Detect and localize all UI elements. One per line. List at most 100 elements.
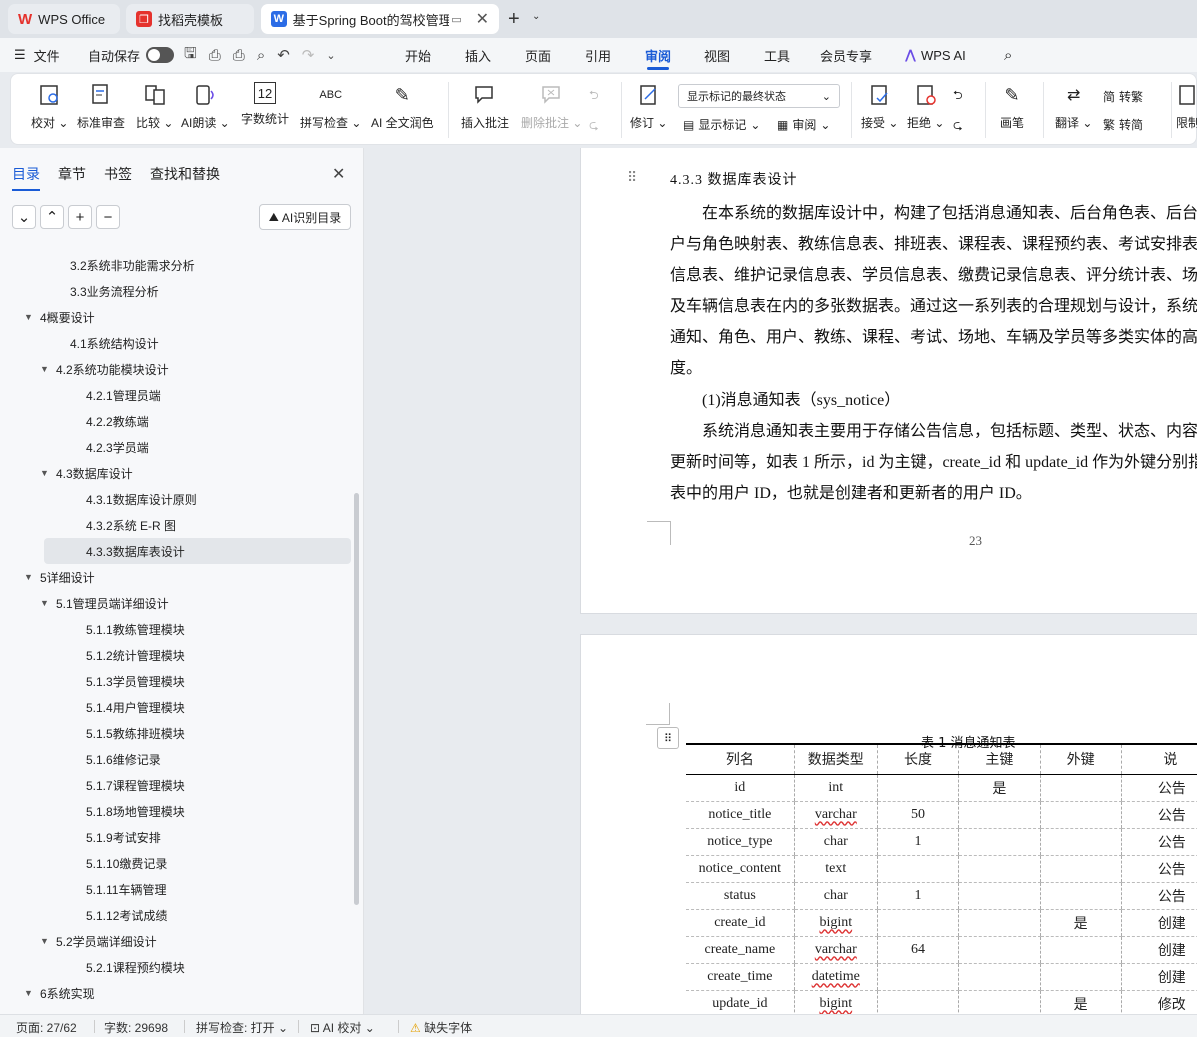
ai-proofread-status[interactable]: ⊡ AI 校对 ⌄: [310, 1019, 375, 1036]
toc-scrollbar[interactable]: [354, 493, 359, 905]
table-cell[interactable]: char: [793, 828, 878, 856]
print-icon[interactable]: ⎙: [233, 47, 245, 64]
table-cell[interactable]: [958, 828, 1040, 856]
ai-toc-button[interactable]: ⛰ AI识别目录: [259, 204, 351, 230]
autosave-switch[interactable]: [146, 47, 175, 63]
standard-review-button[interactable]: 标准审查: [77, 82, 125, 131]
table-handle-icon[interactable]: ⠿: [657, 727, 679, 749]
table-cell[interactable]: 公告: [1120, 801, 1197, 829]
autosave-toggle[interactable]: 自动保存: [88, 38, 175, 72]
menu-insert[interactable]: 插入: [465, 38, 491, 72]
redo-icon[interactable]: ↷: [302, 46, 315, 64]
table-cell[interactable]: 是: [1039, 990, 1122, 1014]
table-cell[interactable]: 公告: [1120, 882, 1197, 910]
toc-item[interactable]: ▼ 5.2学员端详细设计: [0, 928, 350, 954]
table-cell[interactable]: 创建: [1120, 909, 1197, 937]
menu-review[interactable]: 审阅: [645, 38, 671, 72]
menu-view[interactable]: 视图: [704, 38, 730, 72]
prev-change-icon[interactable]: ⮌: [953, 86, 963, 107]
table-cell[interactable]: [958, 801, 1040, 829]
table-cell[interactable]: [958, 909, 1040, 937]
table-cell[interactable]: varchar: [793, 936, 878, 964]
next-change-icon[interactable]: ⮎: [953, 116, 963, 137]
table-cell[interactable]: [1039, 963, 1122, 991]
table-cell[interactable]: create_name: [686, 936, 795, 964]
table-cell[interactable]: bigint: [793, 909, 878, 937]
toc-item[interactable]: 4.2.1管理员端: [0, 382, 350, 408]
table-cell[interactable]: [876, 774, 959, 802]
delete-comment-button[interactable]: 删除批注 ⌄: [521, 82, 582, 131]
table-cell[interactable]: [1039, 828, 1122, 856]
table-cell[interactable]: [958, 936, 1040, 964]
tab-find-replace[interactable]: 查找和替换: [150, 164, 220, 184]
add-heading-icon[interactable]: +: [68, 205, 92, 229]
translate-button[interactable]: ⇄ 翻译 ⌄: [1055, 82, 1092, 131]
expand-caret-icon[interactable]: ▼: [24, 312, 38, 322]
toc-item[interactable]: 4.3.2系统 E-R 图: [0, 512, 350, 538]
table-cell[interactable]: [1039, 936, 1122, 964]
toc-item[interactable]: 5.1.4用户管理模块: [0, 694, 350, 720]
expand-caret-icon[interactable]: ▼: [24, 988, 38, 998]
toc-item[interactable]: 5.1.10缴费记录: [0, 850, 350, 876]
print-preview-icon[interactable]: ⌕: [257, 47, 265, 64]
table-cell[interactable]: [1039, 774, 1122, 802]
toc-item[interactable]: 5.1.7课程管理模块: [0, 772, 350, 798]
show-markup-button[interactable]: ▤ 显示标记 ⌄: [683, 116, 760, 133]
table-cell[interactable]: char: [793, 882, 878, 910]
toc-item[interactable]: ▼ 5.1管理员端详细设计: [0, 590, 350, 616]
toc-item[interactable]: 5.1.8场地管理模块: [0, 798, 350, 824]
table-cell[interactable]: 创建: [1120, 936, 1197, 964]
table-cell[interactable]: [1039, 801, 1122, 829]
table-cell[interactable]: create_time: [686, 963, 795, 991]
table-cell[interactable]: 50: [876, 801, 959, 829]
table-cell[interactable]: [1039, 855, 1122, 883]
table-cell[interactable]: 公告: [1120, 855, 1197, 883]
new-tab-icon[interactable]: +: [508, 8, 520, 31]
remove-heading-icon[interactable]: −: [96, 205, 120, 229]
file-menu[interactable]: ☰ 文件: [14, 38, 60, 72]
markup-state-select[interactable]: 显示标记的最终状态 ⌄: [678, 84, 840, 108]
to-simplified-button[interactable]: 繁 转简: [1103, 116, 1143, 133]
table-cell[interactable]: datetime: [793, 963, 878, 991]
prev-comment-icon[interactable]: ⮌: [589, 86, 599, 107]
expand-caret-icon[interactable]: ▼: [24, 572, 38, 582]
collapse-up-icon[interactable]: ⌃: [40, 205, 64, 229]
toc-item[interactable]: ▼ 4概要设计: [0, 304, 350, 330]
ai-polish-button[interactable]: ✎ AI 全文润色: [371, 82, 434, 131]
review-pane-button[interactable]: ▦ 审阅 ⌄: [777, 116, 830, 133]
tab-toc[interactable]: 目录: [12, 164, 40, 191]
next-comment-icon[interactable]: ⮎: [589, 116, 599, 137]
page-indicator[interactable]: 页面: 27/62: [16, 1019, 77, 1036]
pen-button[interactable]: ✎ 画笔: [999, 82, 1025, 131]
toc-item[interactable]: ▼ 4.3数据库设计: [0, 460, 350, 486]
toc-item[interactable]: 5.1.1教练管理模块: [0, 616, 350, 642]
table-cell[interactable]: 是: [1039, 909, 1122, 937]
table-cell[interactable]: [958, 990, 1040, 1014]
table-cell[interactable]: [876, 963, 959, 991]
table-cell[interactable]: text: [793, 855, 878, 883]
tab-bookmarks[interactable]: 书签: [104, 164, 132, 184]
toc-item[interactable]: 3.3业务流程分析: [0, 278, 350, 304]
track-changes-button[interactable]: 修订 ⌄: [630, 82, 667, 131]
table-cell[interactable]: 1: [876, 828, 959, 856]
tab-wps-office[interactable]: W WPS Office: [8, 4, 120, 34]
drag-handle-icon[interactable]: ⠿: [627, 169, 637, 186]
chevron-down-icon[interactable]: ⌄: [532, 11, 540, 22]
toc-item[interactable]: 5.1.2统计管理模块: [0, 642, 350, 668]
proofread-button[interactable]: 校对 ⌄: [31, 82, 68, 131]
close-pane-icon[interactable]: ✕: [332, 164, 345, 184]
table-cell[interactable]: varchar: [793, 801, 878, 829]
table-cell[interactable]: 创建: [1120, 963, 1197, 991]
tab-chapters[interactable]: 章节: [58, 164, 86, 184]
toc-item[interactable]: 4.1系统结构设计: [0, 330, 350, 356]
menu-member[interactable]: 会员专享: [820, 38, 872, 72]
more-chevron-icon[interactable]: ⌄: [326, 49, 335, 62]
table-cell[interactable]: update_id: [686, 990, 795, 1014]
table-cell[interactable]: [876, 990, 959, 1014]
table-cell[interactable]: [876, 909, 959, 937]
tab-document[interactable]: W 基于Spring Boot的驾校管理 ▭ ✕: [261, 4, 499, 34]
table-cell[interactable]: notice_type: [686, 828, 795, 856]
table-cell[interactable]: [1039, 882, 1122, 910]
table-cell[interactable]: 是: [958, 774, 1040, 802]
toc-item[interactable]: 5.1.6维修记录: [0, 746, 350, 772]
